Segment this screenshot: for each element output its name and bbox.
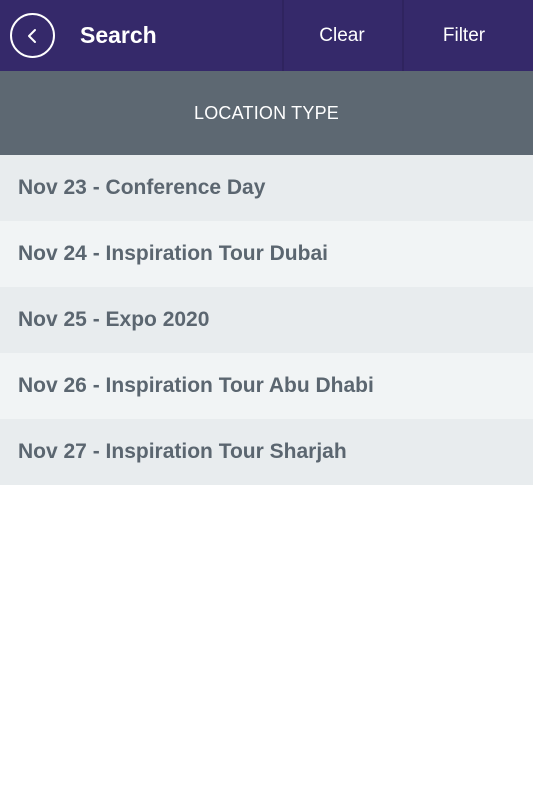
list-item-label: Nov 24 - Inspiration Tour Dubai — [18, 242, 328, 265]
app-screen: Search Clear Filter LOCATION TYPE Nov 23… — [0, 0, 533, 800]
back-button[interactable] — [10, 13, 55, 58]
list-item-label: Nov 23 - Conference Day — [18, 176, 266, 199]
list-item[interactable]: Nov 24 - Inspiration Tour Dubai — [0, 221, 533, 287]
location-list: Nov 23 - Conference Day Nov 24 - Inspira… — [0, 155, 533, 485]
list-item[interactable]: Nov 25 - Expo 2020 — [0, 287, 533, 353]
list-item-label: Nov 26 - Inspiration Tour Abu Dhabi — [18, 374, 374, 397]
section-header-location-type: LOCATION TYPE — [0, 71, 533, 155]
list-item[interactable]: Nov 26 - Inspiration Tour Abu Dhabi — [0, 353, 533, 419]
filter-button[interactable]: Filter — [404, 0, 524, 71]
list-item[interactable]: Nov 23 - Conference Day — [0, 155, 533, 221]
list-item-label: Nov 27 - Inspiration Tour Sharjah — [18, 440, 347, 463]
page-title: Search — [80, 22, 157, 48]
top-bar: Search Clear Filter — [0, 0, 533, 71]
list-item-label: Nov 25 - Expo 2020 — [18, 308, 210, 331]
chevron-left-icon — [24, 27, 42, 45]
clear-button[interactable]: Clear — [283, 0, 401, 71]
list-item[interactable]: Nov 27 - Inspiration Tour Sharjah — [0, 419, 533, 485]
